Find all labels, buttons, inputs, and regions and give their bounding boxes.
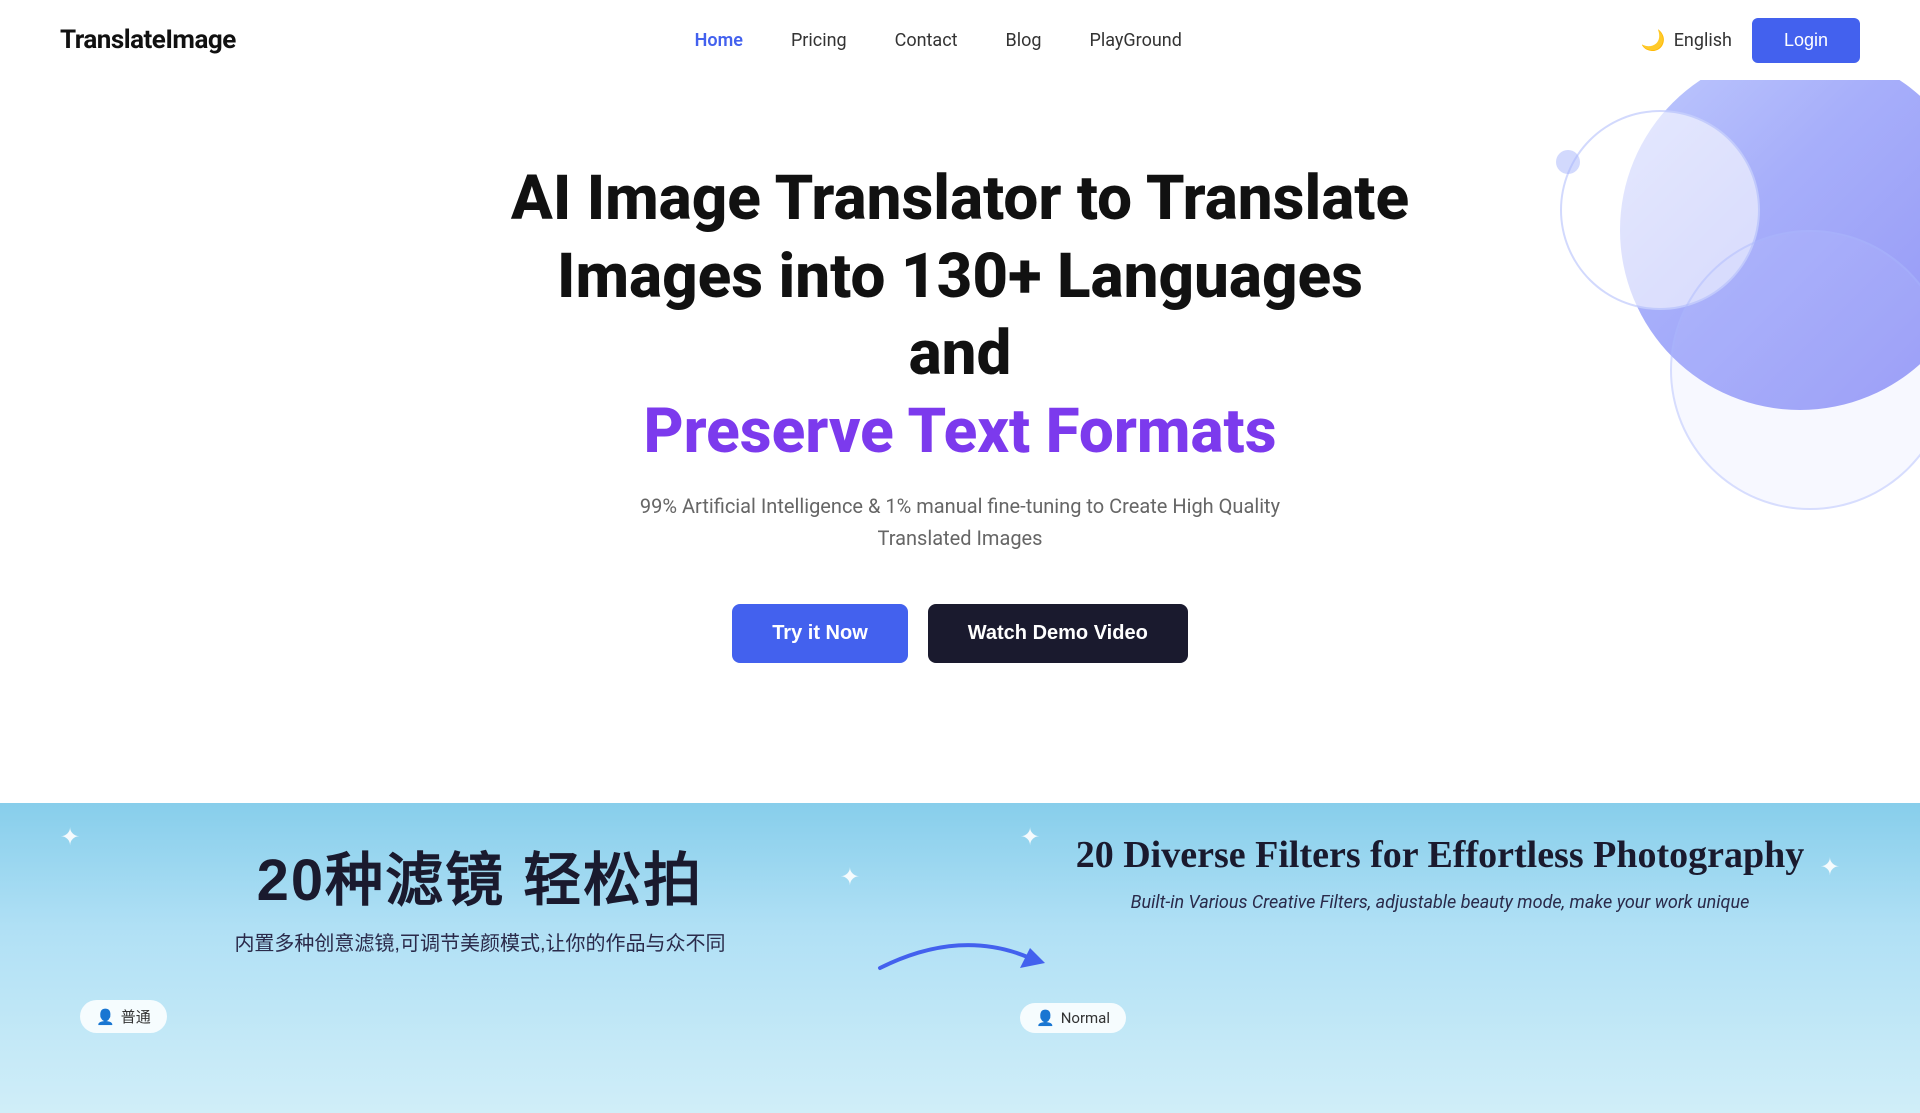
- demo-after-badge-label: Normal: [1061, 1009, 1110, 1027]
- demo-arrow: [870, 928, 1050, 988]
- language-label: English: [1674, 30, 1732, 51]
- hero-subtitle: 99% Artificial Intelligence & 1% manual …: [610, 490, 1310, 554]
- demo-before-title: 20种滤镜 轻松拍: [257, 833, 704, 917]
- sparkle-icon-1: ✦: [60, 823, 80, 851]
- decoration-circle-outline: [1670, 230, 1920, 510]
- sidebar-item-blog[interactable]: Blog: [1006, 30, 1042, 51]
- demo-section: ✦ ✦ 20种滤镜 轻松拍 内置多种创意滤镜,可调节美颜模式,让你的作品与众不同…: [0, 803, 1920, 1113]
- demo-after-panel: ✦ ✦ 20 Diverse Filters for Effortless Ph…: [960, 803, 1920, 1113]
- sparkle-icon-2: ✦: [840, 863, 860, 891]
- hero-decoration: [1560, 80, 1920, 470]
- demo-before-badge-label: 普通: [121, 1006, 151, 1027]
- navbar: TranslateImage Home Pricing Contact Blog…: [0, 0, 1920, 80]
- moon-icon: 🌙: [1641, 28, 1666, 52]
- nav-home-link[interactable]: Home: [695, 30, 743, 51]
- decoration-circle-large: [1620, 80, 1920, 410]
- hero-buttons: Try it Now Watch Demo Video: [60, 604, 1860, 663]
- nav-links: Home Pricing Contact Blog PlayGround: [695, 30, 1182, 51]
- language-selector[interactable]: 🌙 English: [1641, 28, 1732, 52]
- demo-before-badge: 👤 普通: [80, 1000, 167, 1033]
- sparkle-icon-3: ✦: [1020, 823, 1040, 851]
- sparkle-icon-4: ✦: [1820, 853, 1840, 881]
- hero-title: AI Image Translator to Translate Images …: [510, 160, 1410, 470]
- nav-playground-link[interactable]: PlayGround: [1090, 30, 1182, 51]
- demo-after-title: 20 Diverse Filters for Effortless Photog…: [1076, 833, 1805, 879]
- nav-blog-link[interactable]: Blog: [1006, 30, 1042, 51]
- portrait-icon: 👤: [96, 1008, 115, 1026]
- sidebar-item-playground[interactable]: PlayGround: [1090, 30, 1182, 51]
- navbar-right: 🌙 English Login: [1641, 18, 1860, 63]
- sidebar-item-pricing[interactable]: Pricing: [791, 30, 847, 51]
- brand-logo[interactable]: TranslateImage: [60, 25, 236, 55]
- demo-after-badge: 👤 Normal: [1020, 1003, 1126, 1033]
- sidebar-item-contact[interactable]: Contact: [895, 30, 958, 51]
- portrait-icon-2: 👤: [1036, 1009, 1055, 1027]
- hero-title-highlight: Preserve Text Formats: [643, 395, 1276, 468]
- hero-section: AI Image Translator to Translate Images …: [0, 80, 1920, 803]
- demo-after-subtitle: Built-in Various Creative Filters, adjus…: [1131, 889, 1750, 916]
- arrow-svg: [870, 928, 1050, 988]
- sidebar-item-home[interactable]: Home: [695, 30, 743, 51]
- demo-before-panel: ✦ ✦ 20种滤镜 轻松拍 内置多种创意滤镜,可调节美颜模式,让你的作品与众不同…: [0, 803, 960, 1113]
- login-button[interactable]: Login: [1752, 18, 1860, 63]
- decoration-circle-small: [1556, 150, 1580, 174]
- nav-contact-link[interactable]: Contact: [895, 30, 958, 51]
- hero-title-line2: Images into 130+ Languages and: [557, 240, 1363, 391]
- nav-pricing-link[interactable]: Pricing: [791, 30, 847, 51]
- decoration-circle-medium: [1560, 110, 1760, 310]
- watch-demo-button[interactable]: Watch Demo Video: [928, 604, 1188, 663]
- hero-title-line1: AI Image Translator to Translate: [511, 162, 1409, 235]
- demo-before-subtitle: 内置多种创意滤镜,可调节美颜模式,让你的作品与众不同: [234, 927, 725, 956]
- try-now-button[interactable]: Try it Now: [732, 604, 908, 663]
